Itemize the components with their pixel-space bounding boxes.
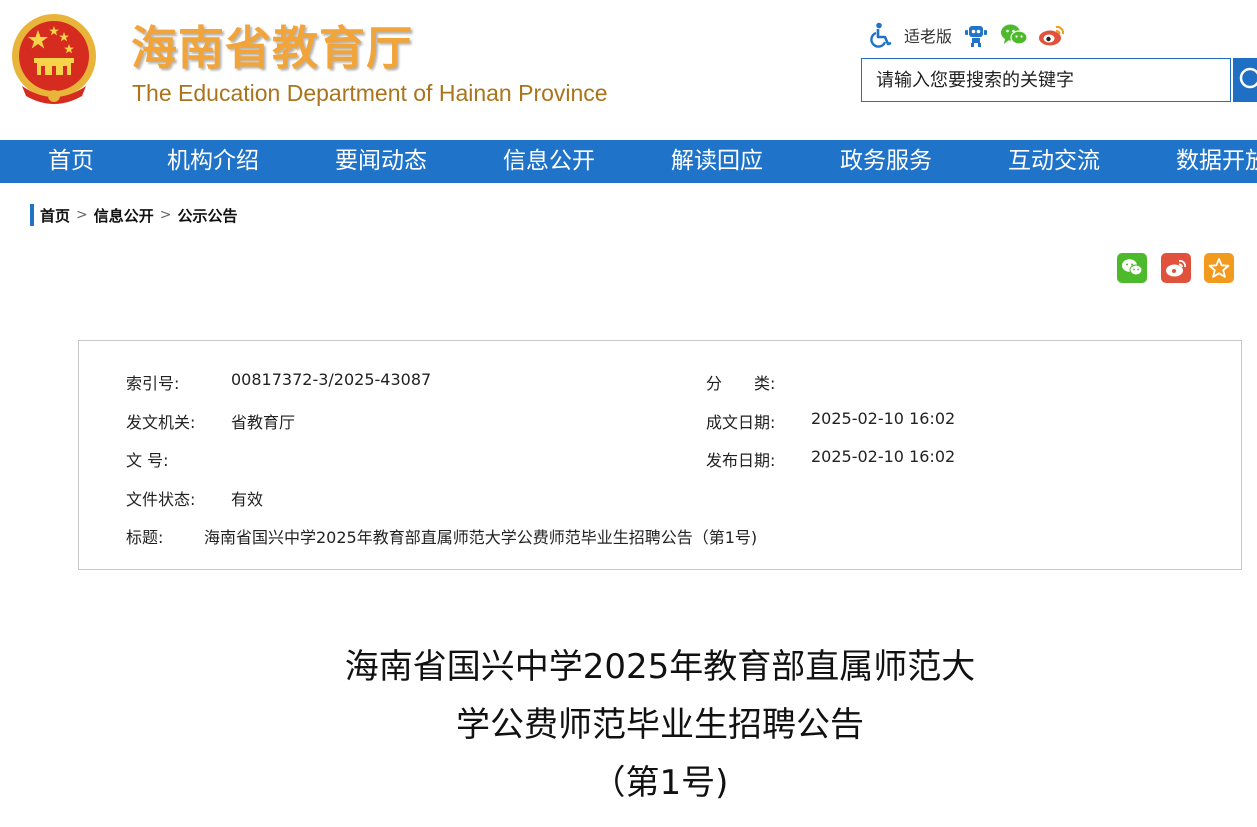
breadcrumb-separator: > [159, 207, 172, 223]
weibo-icon[interactable] [1038, 21, 1066, 49]
meta-created-label: 成文日期: [706, 413, 776, 432]
elder-mode-link[interactable]: 适老版 [904, 23, 952, 47]
wheelchair-icon[interactable] [868, 21, 896, 49]
meta-status-label: 文件状态: [126, 490, 196, 509]
meta-published-value: 2025-02-10 16:02 [811, 447, 956, 466]
favorite-star-icon[interactable] [1204, 253, 1234, 283]
nav-item-interaction[interactable]: 互动交流 [1008, 140, 1100, 183]
breadcrumb-announcements[interactable]: 公示公告 [178, 205, 238, 226]
site-title: 海南省教育厅 [131, 21, 413, 75]
meta-category-label: 分 类: [706, 374, 776, 393]
meta-issuer-label: 发文机关: [126, 413, 196, 432]
document-meta-box: 索引号: 00817372-3/2025-43087 分 类: 发文机关: 省教… [78, 340, 1242, 570]
meta-status-value: 有效 [231, 490, 264, 509]
meta-issuer-value: 省教育厅 [231, 413, 296, 432]
meta-published-label: 发布日期: [706, 451, 776, 470]
nav-item-open-data[interactable]: 数据开放 [1176, 140, 1257, 183]
nav-item-services[interactable]: 政务服务 [840, 140, 932, 183]
breadcrumb-separator: > [76, 207, 88, 223]
breadcrumb-disclosure[interactable]: 信息公开 [94, 205, 154, 226]
robot-icon[interactable] [962, 21, 990, 49]
meta-index-value: 00817372-3/2025-43087 [231, 370, 432, 389]
search-button[interactable] [1233, 58, 1257, 102]
article-title-line: （第1号) [591, 763, 729, 803]
breadcrumb-home[interactable]: 首页 [40, 205, 70, 226]
article-title-line: 海南省国兴中学2025年教育部直属师范大 [344, 647, 976, 687]
search-box [861, 58, 1231, 102]
nav-item-disclosure[interactable]: 信息公开 [503, 140, 595, 183]
article-title-line: 学公费师范毕业生招聘公告 [456, 705, 864, 745]
nav-item-interpretation[interactable]: 解读回应 [671, 140, 763, 183]
meta-doc-no-label: 文 号: [126, 451, 169, 470]
site-subtitle: The Education Department of Hainan Provi… [132, 80, 608, 106]
wechat-share-icon[interactable] [1117, 253, 1147, 283]
top-tools: 适老版 [868, 19, 1066, 51]
meta-created-value: 2025-02-10 16:02 [811, 409, 956, 428]
weibo-share-icon[interactable] [1161, 253, 1191, 283]
main-nav: 首页 机构介绍 要闻动态 信息公开 解读回应 政务服务 互动交流 数据开放 [0, 140, 1257, 183]
article-title: 海南省国兴中学2025年教育部直属师范大 学公费师范毕业生招聘公告 （第1号) [160, 638, 1160, 812]
nav-item-news[interactable]: 要闻动态 [335, 140, 427, 183]
meta-title-value: 海南省国兴中学2025年教育部直属师范大学公费师范毕业生招聘公告（第1号) [204, 528, 758, 547]
nav-item-home[interactable]: 首页 [48, 140, 94, 183]
breadcrumb: 首页 > 信息公开 > 公示公告 [30, 204, 238, 226]
search-input[interactable] [862, 59, 1230, 101]
wechat-icon[interactable] [1000, 21, 1028, 49]
meta-title-label: 标题: [126, 528, 164, 547]
search-icon [1237, 66, 1257, 94]
national-emblem-icon [8, 12, 100, 108]
meta-index-label: 索引号: [126, 374, 180, 393]
nav-item-about[interactable]: 机构介绍 [167, 140, 259, 183]
